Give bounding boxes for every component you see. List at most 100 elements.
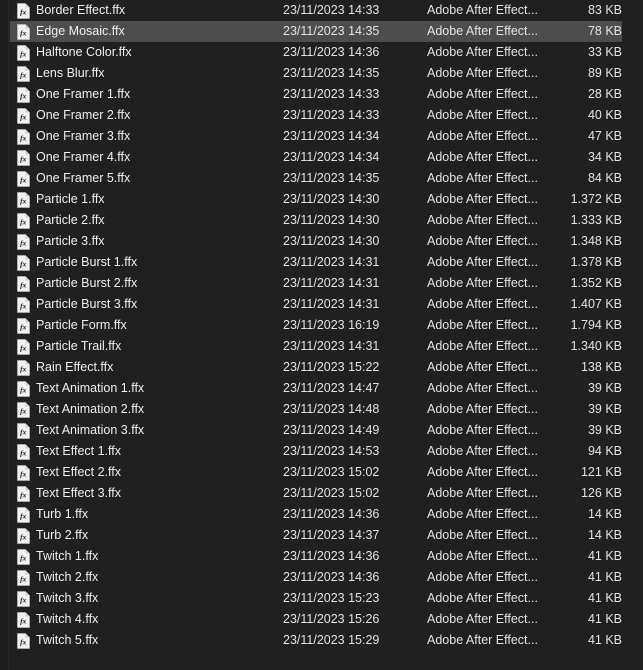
file-row-24[interactable]: fx Turb 1.ffx 23/11/2023 14:36 Adobe Aft… [0,504,643,525]
after-effects-preset-fx-icon: fx [16,65,30,82]
file-name: One Framer 1.ffx [36,87,131,101]
file-type: Adobe After Effect... [427,402,538,416]
file-row-2[interactable]: fx Halftone Color.ffx 23/11/2023 14:36 A… [0,42,643,63]
file-row-28[interactable]: fx Twitch 3.ffx 23/11/2023 15:23 Adobe A… [0,588,643,609]
file-type: Adobe After Effect... [427,276,538,290]
file-type: Adobe After Effect... [427,486,538,500]
file-row-30[interactable]: fx Twitch 5.ffx 23/11/2023 15:29 Adobe A… [0,630,643,651]
file-row-8[interactable]: fx One Framer 5.ffx 23/11/2023 14:35 Ado… [0,168,643,189]
file-name: Twitch 2.ffx [36,570,99,584]
svg-text:fx: fx [20,238,26,247]
file-row-13[interactable]: fx Particle Burst 2.ffx 23/11/2023 14:31… [0,273,643,294]
file-row-21[interactable]: fx Text Effect 1.ffx 23/11/2023 14:53 Ad… [0,441,643,462]
after-effects-preset-fx-icon: fx [16,317,30,334]
file-name: Particle 2.ffx [36,213,105,227]
svg-text:fx: fx [20,28,26,37]
file-date-modified: 23/11/2023 14:34 [283,150,380,164]
file-name: Twitch 1.ffx [36,549,99,563]
file-size: 14 KB [587,507,622,521]
file-row-12[interactable]: fx Particle Burst 1.ffx 23/11/2023 14:31… [0,252,643,273]
file-type: Adobe After Effect... [427,192,538,206]
file-row-20[interactable]: fx Text Animation 3.ffx 23/11/2023 14:49… [0,420,643,441]
file-row-11[interactable]: fx Particle 3.ffx 23/11/2023 14:30 Adobe… [0,231,643,252]
file-row-9[interactable]: fx Particle 1.ffx 23/11/2023 14:30 Adobe… [0,189,643,210]
file-name: Rain Effect.ffx [36,360,114,374]
file-name: Text Effect 2.ffx [36,465,121,479]
svg-text:fx: fx [20,196,26,205]
file-row-19[interactable]: fx Text Animation 2.ffx 23/11/2023 14:48… [0,399,643,420]
svg-text:fx: fx [20,490,26,499]
file-size: 1.407 KB [570,297,622,311]
file-row-17[interactable]: fx Rain Effect.ffx 23/11/2023 15:22 Adob… [0,357,643,378]
svg-text:fx: fx [20,595,26,604]
file-list[interactable]: fx Border Effect.ffx 23/11/2023 14:33 Ad… [0,0,643,670]
file-row-1[interactable]: fx Edge Mosaic.ffx 23/11/2023 14:35 Adob… [0,21,643,42]
file-size: 33 KB [587,45,622,59]
file-type: Adobe After Effect... [427,234,538,248]
file-date-modified: 23/11/2023 15:29 [283,633,380,647]
file-date-modified: 23/11/2023 14:37 [283,528,380,542]
file-name: Particle Burst 3.ffx [36,297,138,311]
svg-text:fx: fx [20,469,26,478]
file-row-10[interactable]: fx Particle 2.ffx 23/11/2023 14:30 Adobe… [0,210,643,231]
file-explorer-details-pane: fx Border Effect.ffx 23/11/2023 14:33 Ad… [0,0,643,670]
file-date-modified: 23/11/2023 15:26 [283,612,380,626]
file-icon-cell: fx [10,23,36,40]
file-row-16[interactable]: fx Particle Trail.ffx 23/11/2023 14:31 A… [0,336,643,357]
file-type: Adobe After Effect... [427,150,538,164]
file-size: 41 KB [587,633,622,647]
after-effects-preset-fx-icon: fx [16,401,30,418]
file-date-modified: 23/11/2023 14:33 [283,87,380,101]
svg-text:fx: fx [20,511,26,520]
file-name: Turb 2.ffx [36,528,89,542]
file-row-5[interactable]: fx One Framer 2.ffx 23/11/2023 14:33 Ado… [0,105,643,126]
file-date-modified: 23/11/2023 14:30 [283,234,380,248]
file-row-0[interactable]: fx Border Effect.ffx 23/11/2023 14:33 Ad… [0,0,643,21]
after-effects-preset-fx-icon: fx [16,359,30,376]
svg-text:fx: fx [20,49,26,58]
file-date-modified: 23/11/2023 15:02 [283,486,380,500]
file-size: 78 KB [587,24,622,38]
file-name: Edge Mosaic.ffx [36,24,125,38]
svg-text:fx: fx [20,70,26,79]
file-row-7[interactable]: fx One Framer 4.ffx 23/11/2023 14:34 Ado… [0,147,643,168]
after-effects-preset-fx-icon: fx [16,527,30,544]
file-icon-cell: fx [10,86,36,103]
file-date-modified: 23/11/2023 14:48 [283,402,380,416]
file-size: 89 KB [587,66,622,80]
file-type: Adobe After Effect... [427,171,538,185]
file-size: 83 KB [587,3,622,17]
file-icon-cell: fx [10,443,36,460]
file-row-26[interactable]: fx Twitch 1.ffx 23/11/2023 14:36 Adobe A… [0,546,643,567]
file-row-29[interactable]: fx Twitch 4.ffx 23/11/2023 15:26 Adobe A… [0,609,643,630]
file-name: Border Effect.ffx [36,3,126,17]
file-row-23[interactable]: fx Text Effect 3.ffx 23/11/2023 15:02 Ad… [0,483,643,504]
file-icon-cell: fx [10,380,36,397]
file-row-3[interactable]: fx Lens Blur.ffx 23/11/2023 14:35 Adobe … [0,63,643,84]
file-size: 39 KB [587,423,622,437]
svg-text:fx: fx [20,7,26,16]
file-date-modified: 23/11/2023 14:33 [283,108,380,122]
file-row-18[interactable]: fx Text Animation 1.ffx 23/11/2023 14:47… [0,378,643,399]
file-size: 1.333 KB [570,213,622,227]
file-row-27[interactable]: fx Twitch 2.ffx 23/11/2023 14:36 Adobe A… [0,567,643,588]
after-effects-preset-fx-icon: fx [16,611,30,628]
file-name: Lens Blur.ffx [36,66,105,80]
file-row-4[interactable]: fx One Framer 1.ffx 23/11/2023 14:33 Ado… [0,84,643,105]
file-row-15[interactable]: fx Particle Form.ffx 23/11/2023 16:19 Ad… [0,315,643,336]
file-row-25[interactable]: fx Turb 2.ffx 23/11/2023 14:37 Adobe Aft… [0,525,643,546]
svg-text:fx: fx [20,448,26,457]
file-name: Particle 3.ffx [36,234,105,248]
file-name: Twitch 5.ffx [36,633,99,647]
file-icon-cell: fx [10,233,36,250]
file-row-14[interactable]: fx Particle Burst 3.ffx 23/11/2023 14:31… [0,294,643,315]
after-effects-preset-fx-icon: fx [16,233,30,250]
file-size: 41 KB [587,591,622,605]
file-name: Text Animation 1.ffx [36,381,145,395]
file-size: 41 KB [587,612,622,626]
file-type: Adobe After Effect... [427,360,538,374]
file-icon-cell: fx [10,212,36,229]
file-row-22[interactable]: fx Text Effect 2.ffx 23/11/2023 15:02 Ad… [0,462,643,483]
file-row-6[interactable]: fx One Framer 3.ffx 23/11/2023 14:34 Ado… [0,126,643,147]
after-effects-preset-fx-icon: fx [16,443,30,460]
